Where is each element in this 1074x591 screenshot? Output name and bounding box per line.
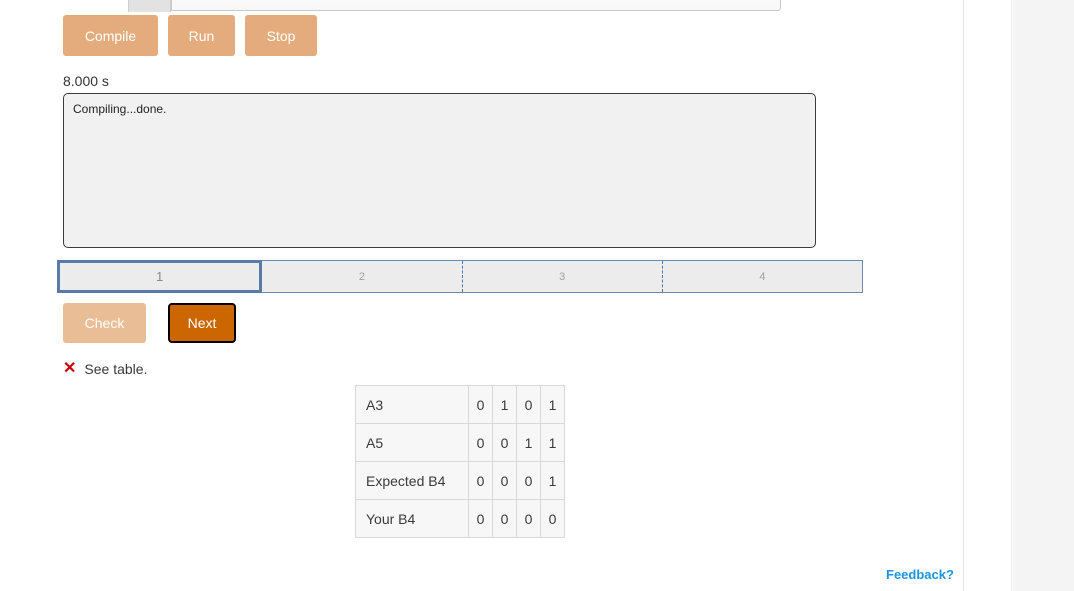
table-cell: 0 — [492, 499, 517, 538]
row-label: Your B4 — [355, 499, 469, 538]
step-segment-3[interactable]: 3 — [461, 261, 662, 292]
feedback-link[interactable]: Feedback? — [886, 567, 954, 582]
table-cell: 1 — [540, 385, 565, 424]
table-cell: 0 — [492, 423, 517, 462]
row-label: A3 — [355, 385, 469, 424]
top-chrome-strip — [0, 0, 964, 12]
table-cell: 0 — [468, 423, 493, 462]
table-cell: 0 — [516, 385, 541, 424]
right-rail-panel — [1013, 0, 1074, 591]
table-cell: 0 — [468, 461, 493, 500]
page-content-column: Compile Run Stop 8.000 s 1 2 3 4 Check N… — [0, 0, 964, 591]
step-segment-1[interactable]: 1 — [57, 260, 263, 293]
truth-table: A3 0 1 0 1 A5 0 0 1 1 Expected B4 0 0 0 … — [355, 385, 565, 538]
top-text-input[interactable] — [171, 0, 781, 11]
elapsed-time-label: 8.000 s — [63, 73, 109, 89]
step-progress-bar: 1 2 3 4 — [57, 260, 863, 293]
table-row: A5 0 0 1 1 — [355, 423, 565, 462]
table-cell: 1 — [516, 423, 541, 462]
result-message-text: See table. — [84, 361, 148, 377]
step-segment-4[interactable]: 4 — [661, 261, 862, 292]
run-button[interactable]: Run — [168, 15, 235, 56]
table-cell: 0 — [516, 499, 541, 538]
table-cell: 0 — [540, 499, 565, 538]
cross-icon: ✕ — [63, 360, 77, 377]
compile-button[interactable]: Compile — [63, 15, 158, 56]
stop-button[interactable]: Stop — [245, 15, 317, 56]
row-label: Expected B4 — [355, 461, 469, 500]
answer-controls: Check Next — [63, 303, 236, 343]
table-row: Expected B4 0 0 0 1 — [355, 461, 565, 500]
table-cell: 1 — [540, 461, 565, 500]
table-cell: 1 — [492, 385, 517, 424]
table-cell: 0 — [516, 461, 541, 500]
table-cell: 0 — [492, 461, 517, 500]
step-segment-2[interactable]: 2 — [262, 261, 462, 292]
table-cell: 0 — [468, 499, 493, 538]
table-row: A3 0 1 0 1 — [355, 385, 565, 424]
console-output[interactable] — [63, 93, 816, 248]
row-label: A5 — [355, 423, 469, 462]
table-row: Your B4 0 0 0 0 — [355, 499, 565, 538]
result-message: ✕ See table. — [63, 360, 148, 378]
code-toolbar: Compile Run Stop — [63, 15, 317, 56]
check-button[interactable]: Check — [63, 303, 146, 343]
next-button[interactable]: Next — [168, 303, 236, 343]
table-cell: 0 — [468, 385, 493, 424]
page-gutter — [965, 0, 1012, 591]
table-cell: 1 — [540, 423, 565, 462]
editor-tab[interactable] — [128, 0, 171, 12]
